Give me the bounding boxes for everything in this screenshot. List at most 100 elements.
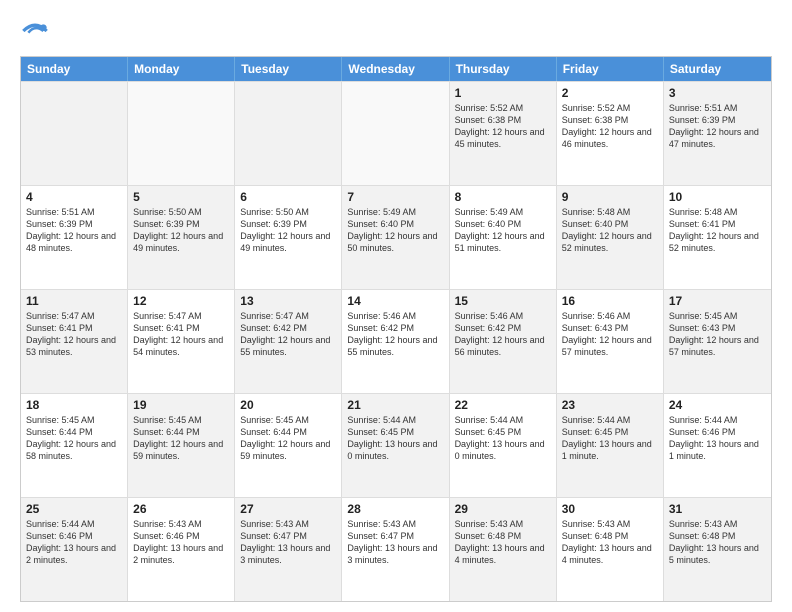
day-number: 23	[562, 398, 658, 412]
weekday-header-monday: Monday	[128, 57, 235, 81]
day-number: 29	[455, 502, 551, 516]
cell-info: Sunrise: 5:45 AM Sunset: 6:44 PM Dayligh…	[26, 414, 122, 463]
day-number: 31	[669, 502, 766, 516]
day-number: 4	[26, 190, 122, 204]
weekday-header-sunday: Sunday	[21, 57, 128, 81]
calendar-cell: 4 Sunrise: 5:51 AM Sunset: 6:39 PM Daylig…	[21, 186, 128, 289]
calendar-row-1: 4 Sunrise: 5:51 AM Sunset: 6:39 PM Daylig…	[21, 185, 771, 289]
cell-info: Sunrise: 5:46 AM Sunset: 6:42 PM Dayligh…	[347, 310, 443, 359]
cell-info: Sunrise: 5:43 AM Sunset: 6:48 PM Dayligh…	[562, 518, 658, 567]
cell-info: Sunrise: 5:44 AM Sunset: 6:46 PM Dayligh…	[26, 518, 122, 567]
day-number: 17	[669, 294, 766, 308]
day-number: 20	[240, 398, 336, 412]
cell-info: Sunrise: 5:48 AM Sunset: 6:40 PM Dayligh…	[562, 206, 658, 255]
cell-info: Sunrise: 5:43 AM Sunset: 6:48 PM Dayligh…	[455, 518, 551, 567]
cell-info: Sunrise: 5:52 AM Sunset: 6:38 PM Dayligh…	[455, 102, 551, 151]
day-number: 30	[562, 502, 658, 516]
calendar-cell: 25Sunrise: 5:44 AM Sunset: 6:46 PM Dayli…	[21, 498, 128, 601]
day-number: 24	[669, 398, 766, 412]
calendar-cell	[235, 82, 342, 185]
day-number: 10	[669, 190, 766, 204]
cell-info: Sunrise: 5:52 AM Sunset: 6:38 PM Dayligh…	[562, 102, 658, 151]
day-number: 18	[26, 398, 122, 412]
calendar-cell: 15 Sunrise: 5:46 AM Sunset: 6:42 PM Dayli…	[450, 290, 557, 393]
day-number: 9	[562, 190, 658, 204]
day-number: 7	[347, 190, 443, 204]
cell-info: Sunrise: 5:44 AM Sunset: 6:46 PM Dayligh…	[669, 414, 766, 463]
calendar-cell: 19 Sunrise: 5:45 AM Sunset: 6:44 PM Dayli…	[128, 394, 235, 497]
weekday-header-wednesday: Wednesday	[342, 57, 449, 81]
calendar-cell: 17 Sunrise: 5:45 AM Sunset: 6:43 PM Dayli…	[664, 290, 771, 393]
cell-info: Sunrise: 5:51 AM Sunset: 6:39 PM Dayligh…	[669, 102, 766, 151]
cell-info: Sunrise: 5:51 AM Sunset: 6:39 PM Dayligh…	[26, 206, 122, 255]
weekday-header-thursday: Thursday	[450, 57, 557, 81]
calendar-cell: 16 Sunrise: 5:46 AM Sunset: 6:43 PM Dayli…	[557, 290, 664, 393]
calendar-row-3: 18 Sunrise: 5:45 AM Sunset: 6:44 PM Dayli…	[21, 393, 771, 497]
calendar-cell: 18 Sunrise: 5:45 AM Sunset: 6:44 PM Dayli…	[21, 394, 128, 497]
calendar-cell: 3 Sunrise: 5:51 AM Sunset: 6:39 PM Daylig…	[664, 82, 771, 185]
cell-info: Sunrise: 5:50 AM Sunset: 6:39 PM Dayligh…	[240, 206, 336, 255]
calendar-row-2: 11 Sunrise: 5:47 AM Sunset: 6:41 PM Dayli…	[21, 289, 771, 393]
calendar-body: 1 Sunrise: 5:52 AM Sunset: 6:38 PM Daylig…	[21, 81, 771, 601]
calendar-cell: 10Sunrise: 5:48 AM Sunset: 6:41 PM Dayli…	[664, 186, 771, 289]
calendar-cell	[342, 82, 449, 185]
cell-info: Sunrise: 5:45 AM Sunset: 6:43 PM Dayligh…	[669, 310, 766, 359]
calendar-cell	[128, 82, 235, 185]
calendar-cell: 30 Sunrise: 5:43 AM Sunset: 6:48 PM Dayli…	[557, 498, 664, 601]
day-number: 3	[669, 86, 766, 100]
calendar-cell: 1 Sunrise: 5:52 AM Sunset: 6:38 PM Daylig…	[450, 82, 557, 185]
calendar-cell: 24 Sunrise: 5:44 AM Sunset: 6:46 PM Dayli…	[664, 394, 771, 497]
calendar-row-4: 25Sunrise: 5:44 AM Sunset: 6:46 PM Dayli…	[21, 497, 771, 601]
cell-info: Sunrise: 5:50 AM Sunset: 6:39 PM Dayligh…	[133, 206, 229, 255]
calendar-cell: 12 Sunrise: 5:47 AM Sunset: 6:41 PM Dayli…	[128, 290, 235, 393]
page: SundayMondayTuesdayWednesdayThursdayFrid…	[0, 0, 792, 612]
calendar-cell	[21, 82, 128, 185]
calendar-cell: 7 Sunrise: 5:49 AM Sunset: 6:40 PM Daylig…	[342, 186, 449, 289]
calendar-cell: 20 Sunrise: 5:45 AM Sunset: 6:44 PM Dayli…	[235, 394, 342, 497]
calendar-cell: 5 Sunrise: 5:50 AM Sunset: 6:39 PM Daylig…	[128, 186, 235, 289]
logo-icon	[20, 16, 50, 46]
day-number: 1	[455, 86, 551, 100]
day-number: 26	[133, 502, 229, 516]
cell-info: Sunrise: 5:44 AM Sunset: 6:45 PM Dayligh…	[347, 414, 443, 463]
day-number: 13	[240, 294, 336, 308]
calendar-header: SundayMondayTuesdayWednesdayThursdayFrid…	[21, 57, 771, 81]
calendar-cell: 28Sunrise: 5:43 AM Sunset: 6:47 PM Dayli…	[342, 498, 449, 601]
day-number: 15	[455, 294, 551, 308]
cell-info: Sunrise: 5:45 AM Sunset: 6:44 PM Dayligh…	[240, 414, 336, 463]
calendar-cell: 29 Sunrise: 5:43 AM Sunset: 6:48 PM Dayli…	[450, 498, 557, 601]
cell-info: Sunrise: 5:44 AM Sunset: 6:45 PM Dayligh…	[455, 414, 551, 463]
day-number: 6	[240, 190, 336, 204]
logo	[20, 16, 54, 46]
day-number: 16	[562, 294, 658, 308]
day-number: 12	[133, 294, 229, 308]
cell-info: Sunrise: 5:49 AM Sunset: 6:40 PM Dayligh…	[455, 206, 551, 255]
calendar-cell: 23 Sunrise: 5:44 AM Sunset: 6:45 PM Dayli…	[557, 394, 664, 497]
day-number: 21	[347, 398, 443, 412]
calendar-row-0: 1 Sunrise: 5:52 AM Sunset: 6:38 PM Daylig…	[21, 81, 771, 185]
calendar-cell: 27Sunrise: 5:43 AM Sunset: 6:47 PM Dayli…	[235, 498, 342, 601]
day-number: 11	[26, 294, 122, 308]
cell-info: Sunrise: 5:47 AM Sunset: 6:42 PM Dayligh…	[240, 310, 336, 359]
calendar: SundayMondayTuesdayWednesdayThursdayFrid…	[20, 56, 772, 602]
day-number: 5	[133, 190, 229, 204]
cell-info: Sunrise: 5:46 AM Sunset: 6:43 PM Dayligh…	[562, 310, 658, 359]
cell-info: Sunrise: 5:43 AM Sunset: 6:47 PM Dayligh…	[240, 518, 336, 567]
day-number: 2	[562, 86, 658, 100]
day-number: 22	[455, 398, 551, 412]
calendar-cell: 21 Sunrise: 5:44 AM Sunset: 6:45 PM Dayli…	[342, 394, 449, 497]
day-number: 8	[455, 190, 551, 204]
cell-info: Sunrise: 5:45 AM Sunset: 6:44 PM Dayligh…	[133, 414, 229, 463]
header	[20, 16, 772, 46]
cell-info: Sunrise: 5:47 AM Sunset: 6:41 PM Dayligh…	[133, 310, 229, 359]
day-number: 19	[133, 398, 229, 412]
day-number: 14	[347, 294, 443, 308]
cell-info: Sunrise: 5:49 AM Sunset: 6:40 PM Dayligh…	[347, 206, 443, 255]
calendar-cell: 11Sunrise: 5:47 AM Sunset: 6:41 PM Dayli…	[21, 290, 128, 393]
day-number: 28	[347, 502, 443, 516]
cell-info: Sunrise: 5:46 AM Sunset: 6:42 PM Dayligh…	[455, 310, 551, 359]
weekday-header-friday: Friday	[557, 57, 664, 81]
calendar-cell: 14 Sunrise: 5:46 AM Sunset: 6:42 PM Dayli…	[342, 290, 449, 393]
calendar-cell: 22 Sunrise: 5:44 AM Sunset: 6:45 PM Dayli…	[450, 394, 557, 497]
cell-info: Sunrise: 5:44 AM Sunset: 6:45 PM Dayligh…	[562, 414, 658, 463]
